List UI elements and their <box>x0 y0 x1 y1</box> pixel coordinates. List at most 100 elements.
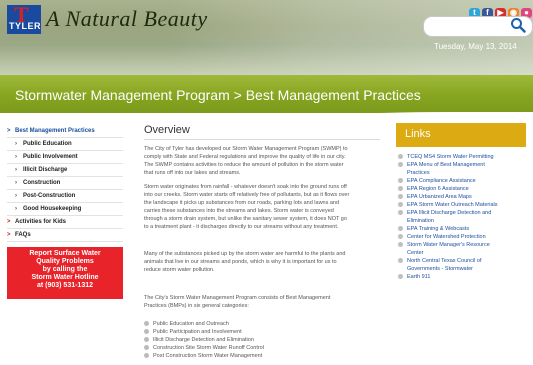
overview-paragraph: The City's Storm Water Management Progra… <box>144 294 382 310</box>
text-line: Storm water originates from rainfall - w… <box>144 184 347 190</box>
chevron-right-icon: › <box>15 206 17 212</box>
sidebar-item-label: Post-Construction <box>23 193 76 199</box>
link-earth-911[interactable]: Earth 911 <box>398 273 528 281</box>
link-label: Center <box>407 250 424 256</box>
logo-text: TYLER <box>9 21 42 31</box>
link-epa-region-6[interactable]: EPA Region 6 Assistance <box>398 185 528 193</box>
report-line: Storm Water Hotline <box>31 274 99 281</box>
search-icon[interactable] <box>510 17 526 33</box>
link-label: EPA Menu of Best Management <box>407 162 485 168</box>
sidebar-item-label: Good Housekeeping <box>23 206 82 212</box>
breadcrumb-title: Stormwater Management Program > Best Man… <box>15 87 421 103</box>
text-line: reduce storm water pollution. <box>144 267 215 273</box>
list-item-label: Construction Site Storm Water Runoff Con… <box>153 345 264 351</box>
bullet-icon <box>144 321 149 326</box>
text-line: Many of the substances picked up by the … <box>144 251 346 257</box>
bullet-icon <box>398 178 403 183</box>
link-label: North Central Texas Council of <box>407 258 482 264</box>
text-line: Practices (BMPs) in six general categori… <box>144 303 249 309</box>
overview-paragraph: The City of Tyler has developed our Stor… <box>144 145 382 177</box>
bullet-icon <box>398 234 403 239</box>
sidebar-item-label: Public Education <box>23 141 72 147</box>
bullet-icon <box>144 329 149 334</box>
link-epa-urbanized-maps[interactable]: EPA Urbanized Area Maps <box>398 193 528 201</box>
bullet-icon <box>398 202 403 207</box>
link-label: Earth 911 <box>407 274 431 280</box>
bmp-categories-list: Public Education and Outreach Public Par… <box>144 320 382 360</box>
bullet-icon <box>398 210 403 215</box>
chevron-right-icon: › <box>15 141 17 147</box>
report-line: Quality Problems <box>36 258 94 265</box>
bullet-icon <box>144 353 149 358</box>
chevron-right-icon: › <box>15 193 17 199</box>
link-epa-menu-bmp[interactable]: EPA Menu of Best Management Practices <box>398 161 528 177</box>
link-epa-training[interactable]: EPA Training & Webcasts <box>398 225 528 233</box>
link-label: Elimination <box>407 218 434 224</box>
link-label: EPA Compliance Assistance <box>407 178 476 184</box>
list-item: Construction Site Storm Water Runoff Con… <box>144 344 382 352</box>
link-nctcog[interactable]: North Central Texas Council of Government… <box>398 257 528 273</box>
social-icons: t f ▶ ◉ ● <box>467 2 532 18</box>
current-date: Tuesday, May 13, 2014 <box>434 42 517 51</box>
report-hotline-box[interactable]: Report Surface Water Quality Problems by… <box>7 247 123 299</box>
site-tagline: A Natural Beauty <box>46 6 208 31</box>
link-label: Governments - Stormwater <box>407 266 474 272</box>
link-tceq-ms4[interactable]: TCEQ MS4 Storm Water Permitting <box>398 153 528 161</box>
chevron-right-icon: › <box>15 167 17 173</box>
sidebar-item-faqs[interactable]: > FAQs <box>7 229 123 242</box>
list-item: Public Participation and Involvement <box>144 328 382 336</box>
text-line: The SWMP contains activities to reduce t… <box>144 162 344 168</box>
sidebar-item-label: FAQs <box>15 232 31 238</box>
sidebar-item-label: Public Involvement <box>23 154 78 160</box>
sidebar-item-illicit-discharge[interactable]: › Illicit Discharge <box>7 164 123 177</box>
link-label: EPA Training & Webcasts <box>407 226 470 232</box>
bullet-icon <box>398 186 403 191</box>
chevron-right-icon: › <box>15 154 17 160</box>
links-list: TCEQ MS4 Storm Water Permitting EPA Menu… <box>398 153 528 281</box>
sidebar-item-public-involvement[interactable]: › Public Involvement <box>7 151 123 164</box>
links-title: Links <box>405 128 431 140</box>
sidebar-nav: > Best Management Practices › Public Educa… <box>7 125 123 242</box>
sidebar-item-label: Illicit Discharge <box>23 167 68 173</box>
chevron-right-icon: > <box>7 232 11 238</box>
text-line: animals that live in our streams and pon… <box>144 259 337 265</box>
text-line: The City's Storm Water Management Progra… <box>144 295 331 301</box>
list-item-label: Public Education and Outreach <box>153 321 229 327</box>
link-label: Center for Watershed Protection <box>407 234 486 240</box>
report-line: Report Surface Water <box>29 250 101 257</box>
link-epa-outreach[interactable]: EPA Storm Water Outreach Materials <box>398 201 528 209</box>
sidebar-item-label: Construction <box>23 180 61 186</box>
link-label: EPA Urbanized Area Maps <box>407 194 472 200</box>
link-label: EPA Region 6 Assistance <box>407 186 469 192</box>
link-watershed-protection[interactable]: Center for Watershed Protection <box>398 233 528 241</box>
text-line: to a treatment plant - it discharges dir… <box>144 224 339 230</box>
report-line: at (903) 531-1312 <box>36 282 94 289</box>
link-resource-center[interactable]: Storm Water Manager's Resource Center <box>398 241 528 257</box>
sidebar-item-public-education[interactable]: › Public Education <box>7 138 123 151</box>
list-item-label: Public Participation and Involvement <box>153 329 242 335</box>
bullet-icon <box>144 337 149 342</box>
report-line: by calling the <box>42 266 88 273</box>
link-label: EPA Storm Water Outreach Materials <box>407 202 498 208</box>
overview-paragraph: Storm water originates from rainfall - w… <box>144 183 382 231</box>
link-label: Storm Water Manager's Resource <box>407 242 490 248</box>
sidebar-item-activities-for-kids[interactable]: > Activities for Kids <box>7 216 123 229</box>
sidebar-item-construction[interactable]: › Construction <box>7 177 123 190</box>
chevron-right-icon: > <box>7 219 11 225</box>
text-line: comply with State and Federal regulation… <box>144 154 346 160</box>
link-epa-illicit-discharge[interactable]: EPA Illicit Discharge Detection and Elimi… <box>398 209 528 225</box>
sidebar-item-good-housekeeping[interactable]: › Good Housekeeping <box>7 203 123 216</box>
link-epa-compliance[interactable]: EPA Compliance Assistance <box>398 177 528 185</box>
chevron-right-icon: › <box>15 180 17 186</box>
bullet-icon <box>144 345 149 350</box>
sidebar-item-best-management-practices[interactable]: > Best Management Practices <box>7 125 123 138</box>
sidebar-item-post-construction[interactable]: › Post-Construction <box>7 190 123 203</box>
text-line: into our creeks. Storm water starts off … <box>144 192 350 198</box>
text-line: the landscape it picks up substances fro… <box>144 200 340 206</box>
bullet-icon <box>398 258 403 263</box>
bullet-icon <box>398 154 403 159</box>
text-line: The City of Tyler has developed our Stor… <box>144 146 348 152</box>
text-line: that runs off into our lakes and streams… <box>144 170 241 176</box>
page-title: Overview <box>144 124 190 136</box>
sidebar-item-label: Activities for Kids <box>15 219 67 225</box>
